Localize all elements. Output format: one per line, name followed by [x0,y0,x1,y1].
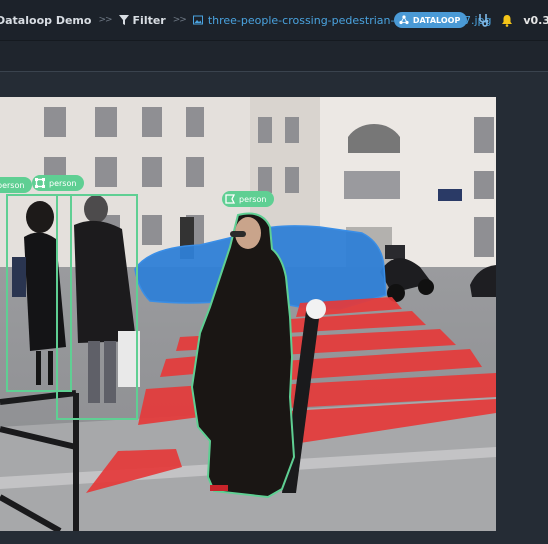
annotation-label-text: person [0,180,25,190]
bounding-box-icon [35,178,45,188]
breadcrumb-separator: >> [172,15,187,25]
dataloop-badge[interactable]: DATALOOP [393,12,468,28]
image-file-icon [192,15,203,25]
woman-shoe [210,485,228,491]
woman-glasses [230,231,246,237]
annotation-label-2[interactable]: person [32,175,85,191]
dataloop-logo-icon [399,15,409,25]
breadcrumb-separator: >> [98,15,112,25]
annotation-label-text: person [239,194,267,204]
balcony-window [344,171,400,199]
image-scene [0,97,496,531]
top-bar: Dataloop Demo >> Filter >> three-people-… [0,0,548,41]
toolbar-strip [0,41,548,72]
bell-icon[interactable] [501,14,513,27]
filter-icon [118,15,129,25]
badge-label: DATALOOP [412,15,461,25]
pole-cap [306,299,326,319]
street-sign [438,189,462,201]
annotation-label-3[interactable]: person [222,191,275,207]
app-version: v0.3 [523,13,548,27]
stethoscope-icon[interactable] [477,13,491,27]
breadcrumb-filter[interactable]: Filter [118,13,166,27]
filter-label: Filter [132,13,166,27]
annotation-label-text: person [49,178,77,188]
polygon-icon [225,194,235,204]
annotated-image[interactable]: person person person [0,97,496,531]
top-bar-right: DATALOOP v0.3 [393,0,548,40]
annotation-label-1[interactable]: person [0,177,33,193]
breadcrumb-project[interactable]: Dataloop Demo [0,14,91,27]
